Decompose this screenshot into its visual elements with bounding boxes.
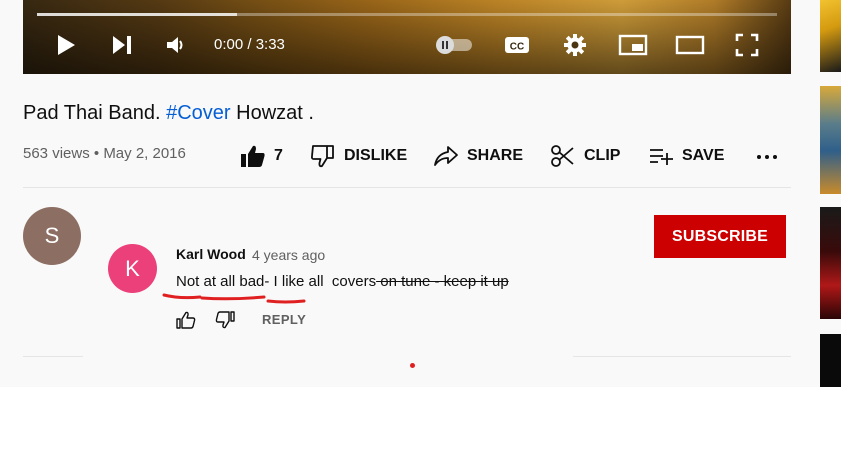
- captions-label: CC: [510, 42, 524, 53]
- playlist-add-icon: [650, 149, 673, 165]
- recommended-thumbnail-3[interactable]: [820, 207, 841, 319]
- mute-button[interactable]: [163, 31, 189, 59]
- autoplay-toggle[interactable]: [433, 31, 475, 59]
- reply-button[interactable]: REPLY: [262, 312, 306, 327]
- comments-divider-right: [573, 356, 791, 357]
- volume-icon: [167, 37, 183, 53]
- fullscreen-icon: [735, 33, 759, 57]
- like-count: 7: [274, 147, 283, 164]
- comment-timestamp[interactable]: 4 years ago: [252, 247, 325, 263]
- thumbs-up-outline-icon: [176, 311, 196, 329]
- hashtag-link[interactable]: #Cover: [166, 102, 230, 124]
- settings-button[interactable]: [561, 31, 589, 59]
- meta-separator: •: [93, 145, 100, 162]
- captions-icon: CC: [505, 37, 529, 53]
- recommended-thumbnail-4[interactable]: [820, 334, 841, 387]
- comment-like-button[interactable]: [176, 311, 196, 334]
- channel-avatar[interactable]: S: [23, 207, 81, 265]
- comment-author[interactable]: Karl Wood: [176, 246, 246, 262]
- red-underline-annotation: [162, 293, 306, 304]
- video-title-suffix: Howzat .: [236, 102, 314, 124]
- share-button[interactable]: SHARE: [433, 142, 523, 170]
- fullscreen-button[interactable]: [733, 31, 761, 59]
- thumbs-down-outline-icon: [215, 311, 235, 329]
- clip-label: CLIP: [584, 147, 621, 164]
- video-player[interactable]: 0:00 / 3:33 CC: [23, 0, 791, 74]
- theater-mode-button[interactable]: [674, 31, 706, 59]
- youtube-watch-page: 0:00 / 3:33 CC Pad Thai Band. #Cover How…: [0, 0, 841, 387]
- autoplay-toggle-icon: [436, 36, 472, 54]
- more-horizontal-icon: [757, 155, 777, 159]
- more-actions-button[interactable]: [756, 142, 786, 170]
- captions-button[interactable]: CC: [503, 31, 531, 59]
- comment-text-struck: on tune - keep it up: [376, 273, 509, 290]
- save-button[interactable]: SAVE: [648, 142, 724, 170]
- comment-text-plain: Not at all bad- I like all covers: [176, 273, 377, 290]
- theater-mode-icon: [675, 35, 705, 55]
- comments-divider-left: [23, 356, 83, 357]
- settings-gear-icon: [564, 34, 586, 56]
- comment-avatar-letter: K: [125, 255, 140, 281]
- video-title-prefix: Pad Thai Band.: [23, 102, 161, 124]
- video-meta: 563 views • May 2, 2016: [23, 145, 186, 162]
- view-count: 563 views: [23, 145, 90, 162]
- channel-avatar-letter: S: [44, 223, 60, 248]
- progress-bar[interactable]: [37, 13, 777, 16]
- time-display: 0:00 / 3:33: [214, 36, 285, 53]
- thumbs-down-icon: [311, 145, 334, 168]
- next-icon: [113, 36, 131, 54]
- save-label: SAVE: [682, 147, 725, 164]
- dislike-button[interactable]: DISLIKE: [310, 142, 407, 170]
- play-icon: [58, 35, 75, 55]
- dislike-label: DISLIKE: [344, 147, 408, 164]
- share-icon: [434, 146, 458, 166]
- meta-divider: [23, 187, 791, 188]
- like-button[interactable]: 7: [240, 142, 283, 170]
- recommended-thumbnail-1[interactable]: [820, 0, 841, 72]
- thumbs-up-filled-icon: [241, 145, 265, 167]
- comment-dislike-button[interactable]: [215, 311, 235, 334]
- scissors-icon: [551, 145, 574, 167]
- upload-date: May 2, 2016: [103, 145, 186, 162]
- recommended-thumbnail-2[interactable]: [820, 86, 841, 194]
- play-button[interactable]: [53, 31, 79, 59]
- subscribe-button[interactable]: SUBSCRIBE: [654, 215, 786, 258]
- red-dot-annotation: [410, 363, 415, 368]
- clip-button[interactable]: CLIP: [550, 142, 620, 170]
- miniplayer-icon: [618, 34, 648, 56]
- comment-avatar[interactable]: K: [108, 244, 157, 293]
- comment-text: Not at all bad- I like all covers on tun…: [176, 273, 509, 290]
- video-title: Pad Thai Band. #Cover Howzat .: [23, 102, 314, 125]
- progress-fill: [37, 13, 237, 16]
- share-label: SHARE: [467, 147, 524, 164]
- miniplayer-button[interactable]: [617, 31, 649, 59]
- next-button[interactable]: [109, 31, 135, 59]
